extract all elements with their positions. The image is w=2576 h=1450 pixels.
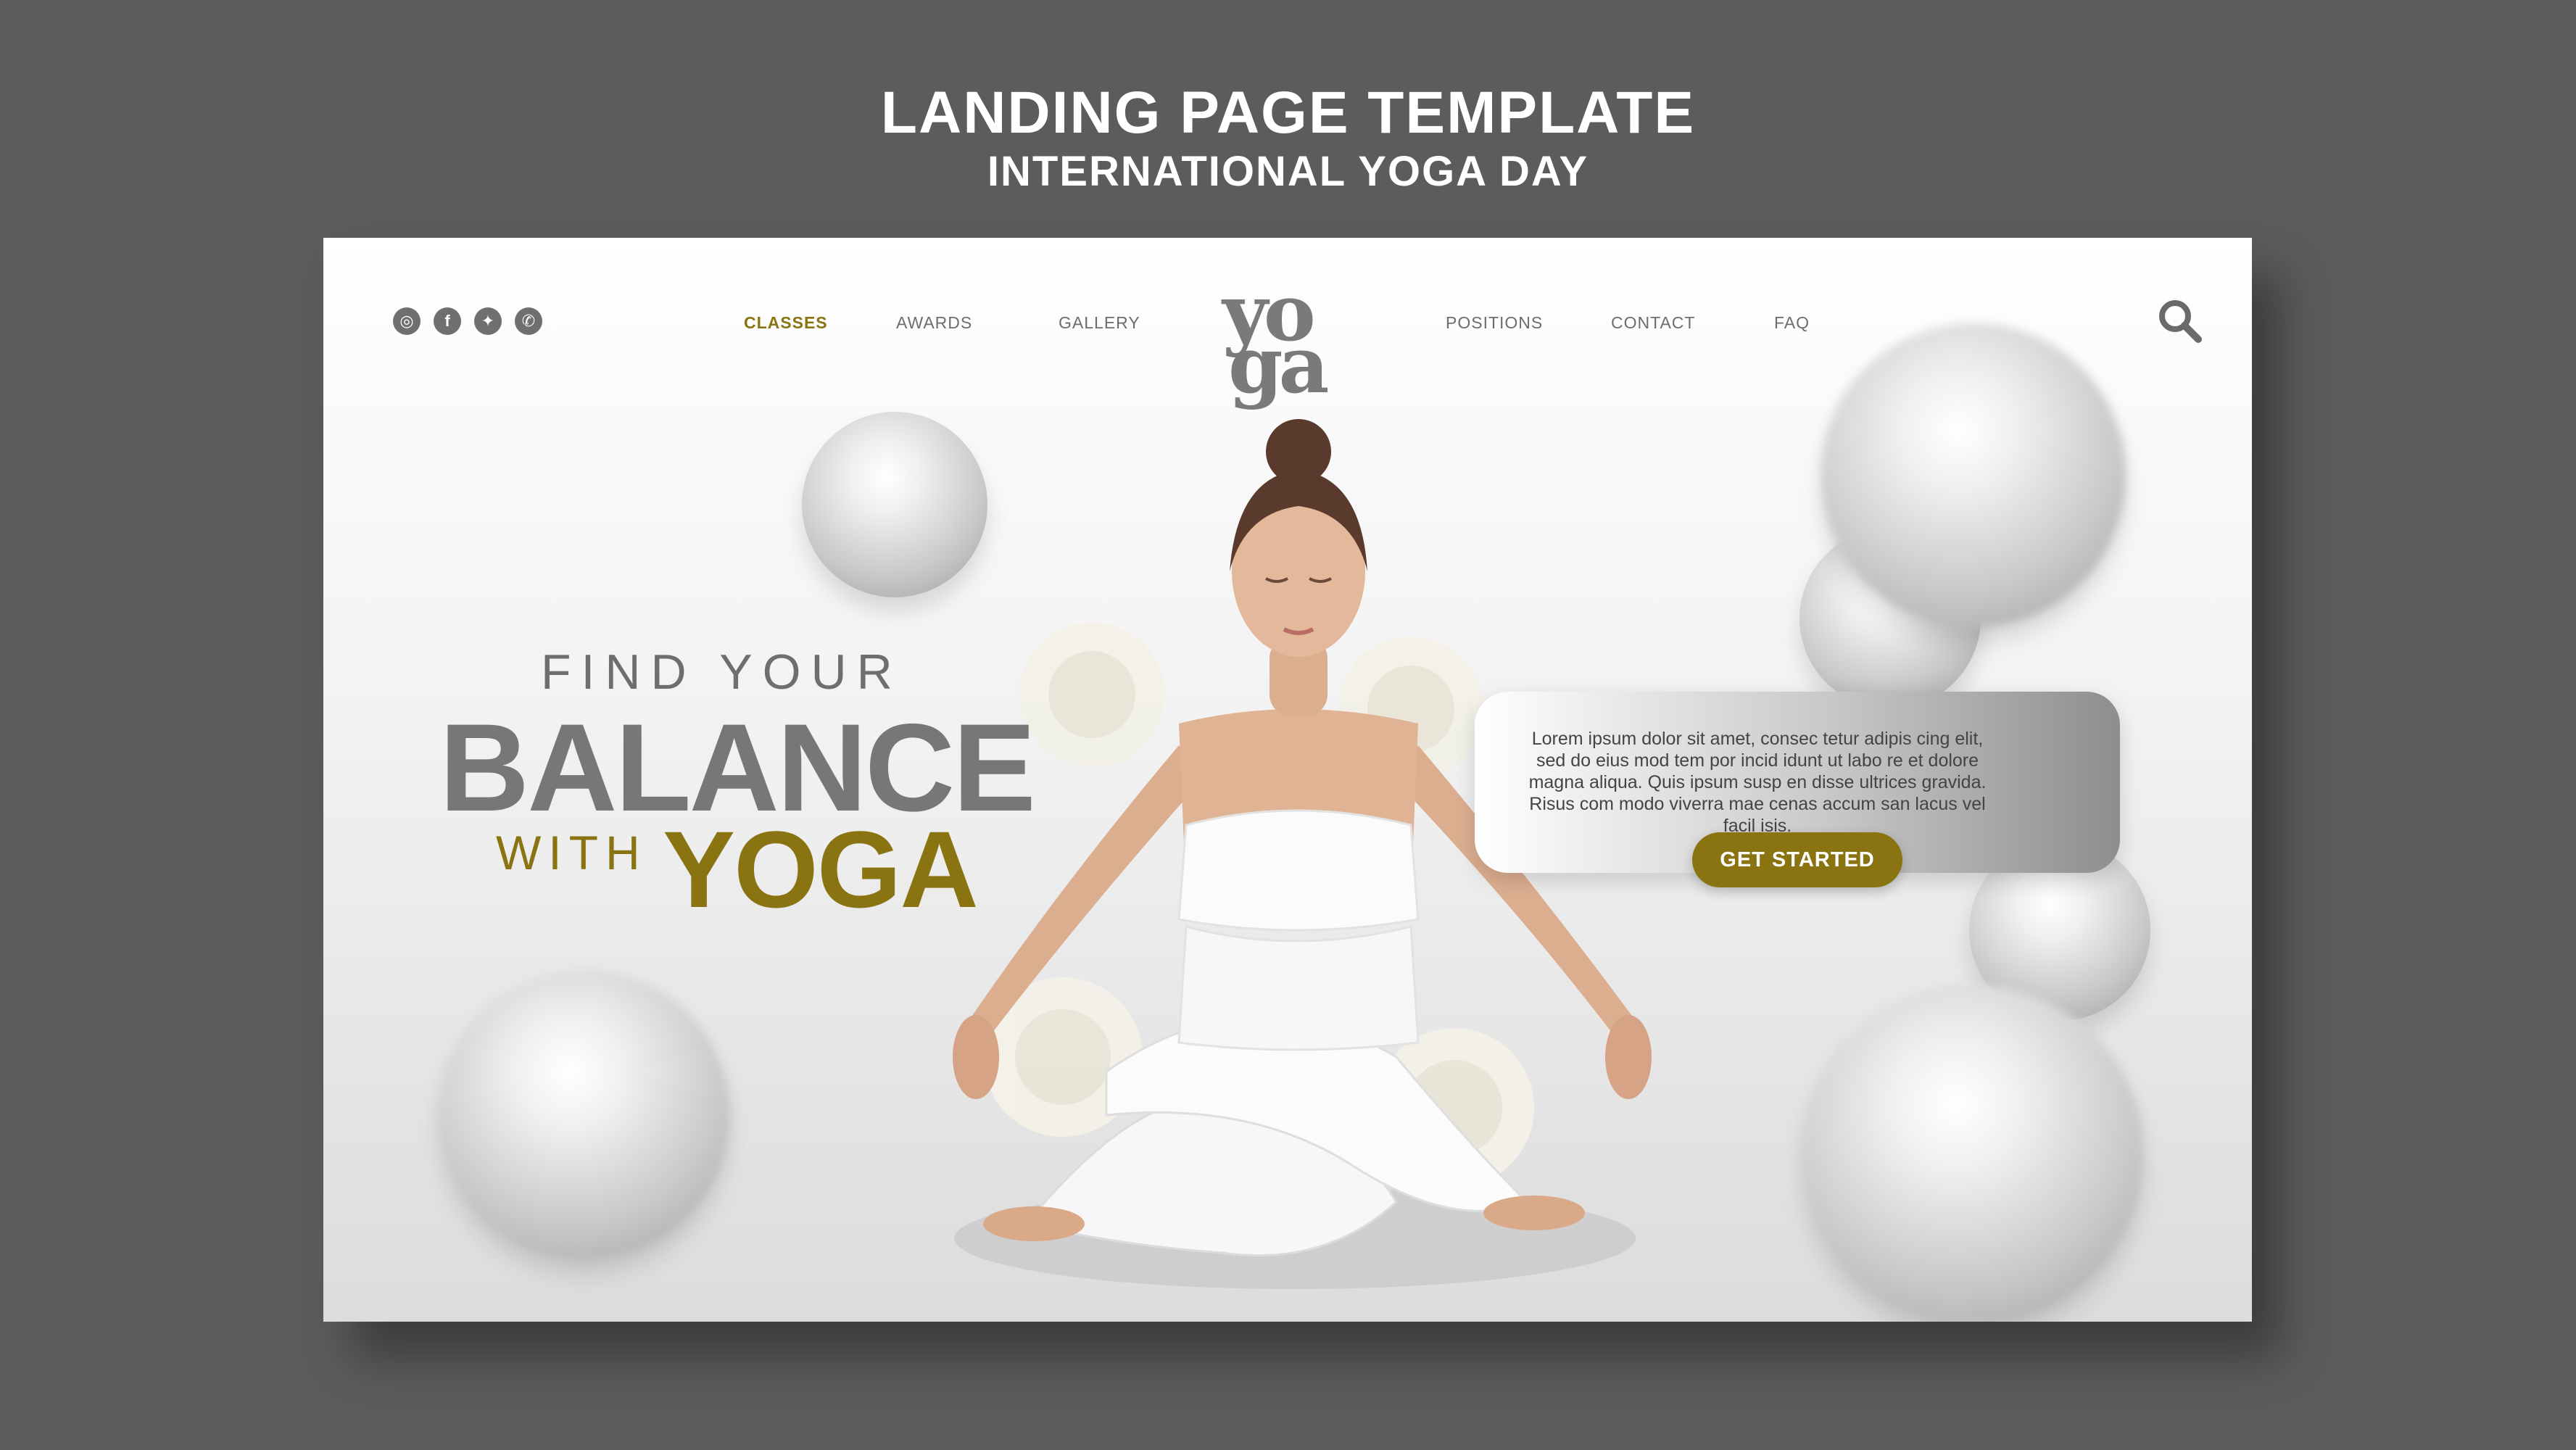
decorative-sphere bbox=[439, 970, 729, 1260]
headline-yoga: YOGA bbox=[663, 808, 979, 930]
nav-faq[interactable]: FAQ bbox=[1774, 313, 1810, 333]
get-started-button[interactable]: GET STARTED bbox=[1692, 832, 1902, 887]
logo-row-2: ga bbox=[1228, 320, 1329, 411]
decorative-sphere bbox=[1821, 323, 2126, 628]
twitter-icon[interactable]: ✦ bbox=[474, 307, 502, 335]
nav-contact[interactable]: CONTACT bbox=[1611, 313, 1695, 333]
nav-awards[interactable]: AWARDS bbox=[896, 313, 972, 333]
social-links: ◎ f ✦ ✆ bbox=[393, 307, 542, 335]
decorative-sphere bbox=[1802, 985, 2143, 1322]
nav-gallery[interactable]: GALLERY bbox=[1059, 313, 1140, 333]
facebook-icon[interactable]: f bbox=[434, 307, 461, 335]
nav-classes[interactable]: CLASSES bbox=[744, 313, 828, 333]
landing-page-card: ◎ f ✦ ✆ CLASSES AWARDS GALLERY POSITIONS… bbox=[323, 238, 2252, 1322]
headline-line-1: FIND YOUR bbox=[541, 645, 903, 700]
nav-positions[interactable]: POSITIONS bbox=[1446, 313, 1543, 333]
page-header: LANDING PAGE TEMPLATE INTERNATIONAL YOGA… bbox=[0, 78, 2576, 196]
yoga-logo[interactable]: yo ga bbox=[1222, 274, 1396, 412]
instagram-icon[interactable]: ◎ bbox=[393, 307, 421, 335]
info-description: Lorem ipsum dolor sit amet, consec tetur… bbox=[1528, 729, 1987, 836]
whatsapp-icon[interactable]: ✆ bbox=[515, 307, 542, 335]
headline-with: WITH bbox=[496, 826, 647, 879]
page-title: LANDING PAGE TEMPLATE bbox=[880, 80, 1696, 146]
page-subtitle: INTERNATIONAL YOGA DAY bbox=[987, 148, 1589, 195]
search-icon[interactable] bbox=[2155, 296, 2206, 347]
